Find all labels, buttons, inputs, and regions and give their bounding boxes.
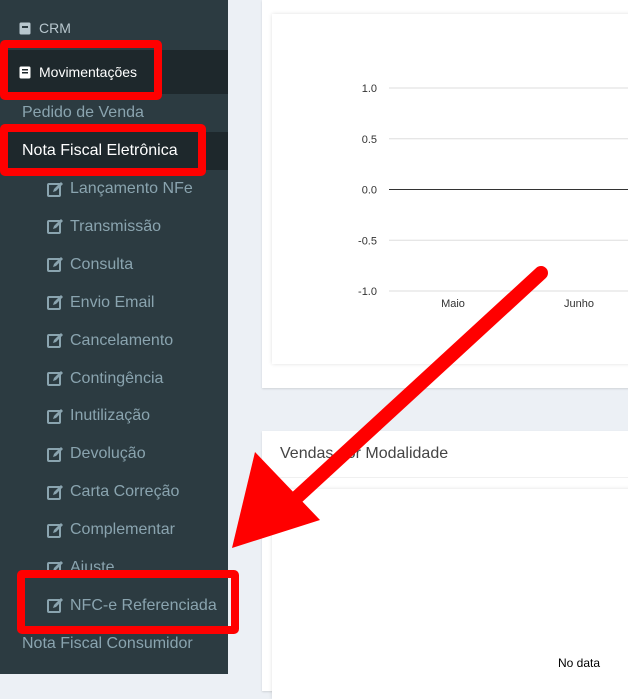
y-tick-label: -0.5	[358, 235, 377, 247]
sidebar-item-nfe[interactable]: Envio Email	[0, 284, 228, 322]
edit-icon	[47, 295, 63, 311]
sidebar-item-label: CRM	[39, 20, 71, 36]
book-icon	[19, 66, 31, 78]
sidebar-item-label: Lançamento NFe	[70, 180, 193, 197]
sidebar-item-nfe[interactable]: Inutilização	[0, 397, 228, 435]
sidebar-item-nfe[interactable]: Complementar	[0, 511, 228, 549]
sidebar-item-nfe[interactable]: NFC-e Referenciada	[0, 587, 228, 625]
y-tick-label: -1.0	[358, 286, 377, 298]
edit-icon	[47, 522, 63, 538]
sidebar-item-nota-fiscal-consumidor[interactable]: Nota Fiscal Consumidor	[0, 625, 228, 663]
edit-icon	[47, 257, 63, 273]
sidebar-item-label: Contingência	[70, 369, 164, 387]
edit-icon	[47, 333, 63, 349]
edit-icon	[47, 598, 63, 614]
sidebar-item-label: Devolução	[70, 445, 146, 463]
sidebar-item-label: Ajuste	[70, 559, 115, 576]
sidebar-item-label: Nota Fiscal Eletrônica	[22, 142, 178, 159]
y-tick-label: 0.5	[362, 134, 377, 146]
sidebar-item-label: Inutilização	[70, 407, 151, 425]
sidebar-item-label: Complementar	[70, 521, 175, 539]
sidebar-item-nfe[interactable]: Devolução	[0, 435, 228, 473]
edit-icon	[47, 371, 63, 386]
sidebar-item-label: Carta Correção	[70, 483, 180, 501]
sidebar-item-label: NFC-e Referenciada	[70, 596, 217, 614]
sidebar-item-nfe[interactable]: Transmissão	[0, 208, 228, 246]
sidebar-item-label: Pedido de Venda	[22, 104, 144, 121]
sidebar-item-nfe[interactable]: Ajuste	[0, 549, 228, 587]
y-tick-label: 1.0	[362, 83, 377, 95]
sidebar-item-label: Movimentações	[39, 64, 138, 80]
sidebar-item-label: Consulta	[70, 255, 134, 273]
sales-by-modality-card: Vendas por Modalidade	[262, 431, 628, 699]
sidebar-item-movimentacoes[interactable]: Movimentações	[0, 50, 228, 94]
edit-icon	[47, 446, 63, 462]
sidebar-item-label: Cancelamento	[70, 331, 174, 349]
sidebar-item-label: Nota Fiscal Consumidor	[22, 635, 193, 652]
sidebar: CRM Movimentações Pedido de Venda Nota F…	[0, 0, 228, 674]
sidebar-item-nfe[interactable]: Consulta	[0, 246, 228, 284]
sidebar-item-nfe[interactable]: Carta Correção	[0, 473, 228, 511]
y-tick-label: 0.0	[362, 185, 377, 197]
edit-icon	[47, 484, 63, 500]
card-header: Vendas por Modalidade	[262, 431, 628, 478]
x-tick-label: Junho	[564, 298, 594, 310]
sidebar-item-crm[interactable]: CRM	[0, 6, 228, 50]
sidebar-item-nota-fiscal-eletronica[interactable]: Nota Fiscal Eletrônica	[0, 132, 228, 170]
sidebar-item-nfe[interactable]: Cancelamento	[0, 322, 228, 360]
sidebar-item-nfe[interactable]: Contingência	[0, 360, 228, 398]
x-tick-label: Maio	[441, 298, 465, 310]
edit-icon	[47, 181, 63, 197]
edit-icon	[47, 408, 63, 424]
card-title: Vendas por Modalidade	[280, 445, 449, 462]
sidebar-item-label: Transmissão	[70, 217, 161, 235]
sidebar-item-label: Envio Email	[70, 293, 155, 311]
sidebar-item-pedido-venda[interactable]: Pedido de Venda	[0, 94, 228, 132]
no-data-label: No data	[558, 656, 601, 670]
edit-icon	[47, 219, 63, 235]
edit-icon	[47, 560, 63, 576]
crm-icon	[19, 22, 31, 34]
sidebar-item-nfe[interactable]: Lançamento NFe	[0, 170, 228, 208]
line-chart: 1.0 0.5 0.0 -0.5 -1.0 Maio Junho	[358, 83, 628, 310]
